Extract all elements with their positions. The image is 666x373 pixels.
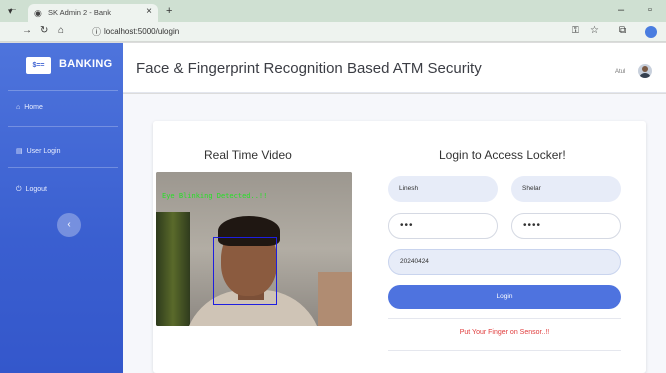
new-tab-button[interactable]: + [166,5,172,17]
power-icon: ⏻ [16,186,22,193]
sidebar-item-user-login[interactable]: ▤ User Login [16,147,60,155]
table-icon: ▤ [16,148,23,155]
extensions-icon[interactable]: ⧉ [619,25,626,36]
globe-icon: ◉ [34,8,42,18]
sidebar-item-label: Home [24,104,43,111]
sidebar-toggle-button[interactable]: ‹ [57,213,81,237]
pin-input[interactable]: ••• [388,213,498,239]
camera-feed: Eye Blinking Detected..!! [156,172,352,326]
home-icon[interactable]: ⌂ [58,25,64,36]
restore-button[interactable]: ▫ [648,4,652,16]
bank-logo-icon: $== [26,57,51,74]
home-icon: ⌂ [16,104,21,111]
tab-close-icon[interactable]: × [146,6,152,17]
account-number-input[interactable]: 20240424 [388,249,621,275]
first-name-input[interactable]: Linesh [388,176,498,202]
password-input[interactable]: •••• [511,213,621,239]
divider [388,318,621,319]
face-detection-box [213,237,277,305]
login-heading: Login to Access Locker! [439,148,566,162]
sidebar [0,43,123,373]
sidebar-divider [8,90,118,91]
sidebar-divider [8,126,118,127]
sidebar-item-label: User Login [26,148,61,155]
brand-name[interactable]: BANKING [59,58,112,70]
blink-detection-text: Eye Blinking Detected..!! [162,192,268,200]
sidebar-item-logout[interactable]: ⏻ Logout [16,186,47,194]
avatar[interactable] [638,64,652,78]
last-name-input[interactable]: Shelar [511,176,621,202]
divider [388,350,621,351]
site-info-icon[interactable]: ⓘ [92,25,101,38]
star-icon[interactable]: ☆ [590,25,599,36]
minimize-button[interactable]: – [618,4,624,16]
sidebar-item-label: Logout [25,186,47,193]
back-icon[interactable]: ← [8,3,18,14]
login-button[interactable]: Login [388,285,621,309]
browser-tab[interactable]: ◉ SK Admin 2 - Bank × [28,4,158,22]
video-heading: Real Time Video [204,148,292,162]
forward-icon[interactable]: → [22,25,32,36]
tab-title: SK Admin 2 - Bank [48,8,111,17]
user-name[interactable]: Atul [615,69,625,75]
url-input[interactable]: localhost:5000/ulogin [104,25,544,39]
password-key-icon[interactable]: ⚿ [572,25,579,36]
fingerprint-message: Put Your Finger on Sensor..!! [459,329,550,336]
sidebar-item-home[interactable]: ⌂ Home [16,104,43,111]
profile-icon[interactable] [645,26,657,38]
sidebar-divider [8,167,118,168]
reload-icon[interactable]: ↻ [40,25,48,36]
page-title: Face & Fingerprint Recognition Based ATM… [136,60,482,77]
